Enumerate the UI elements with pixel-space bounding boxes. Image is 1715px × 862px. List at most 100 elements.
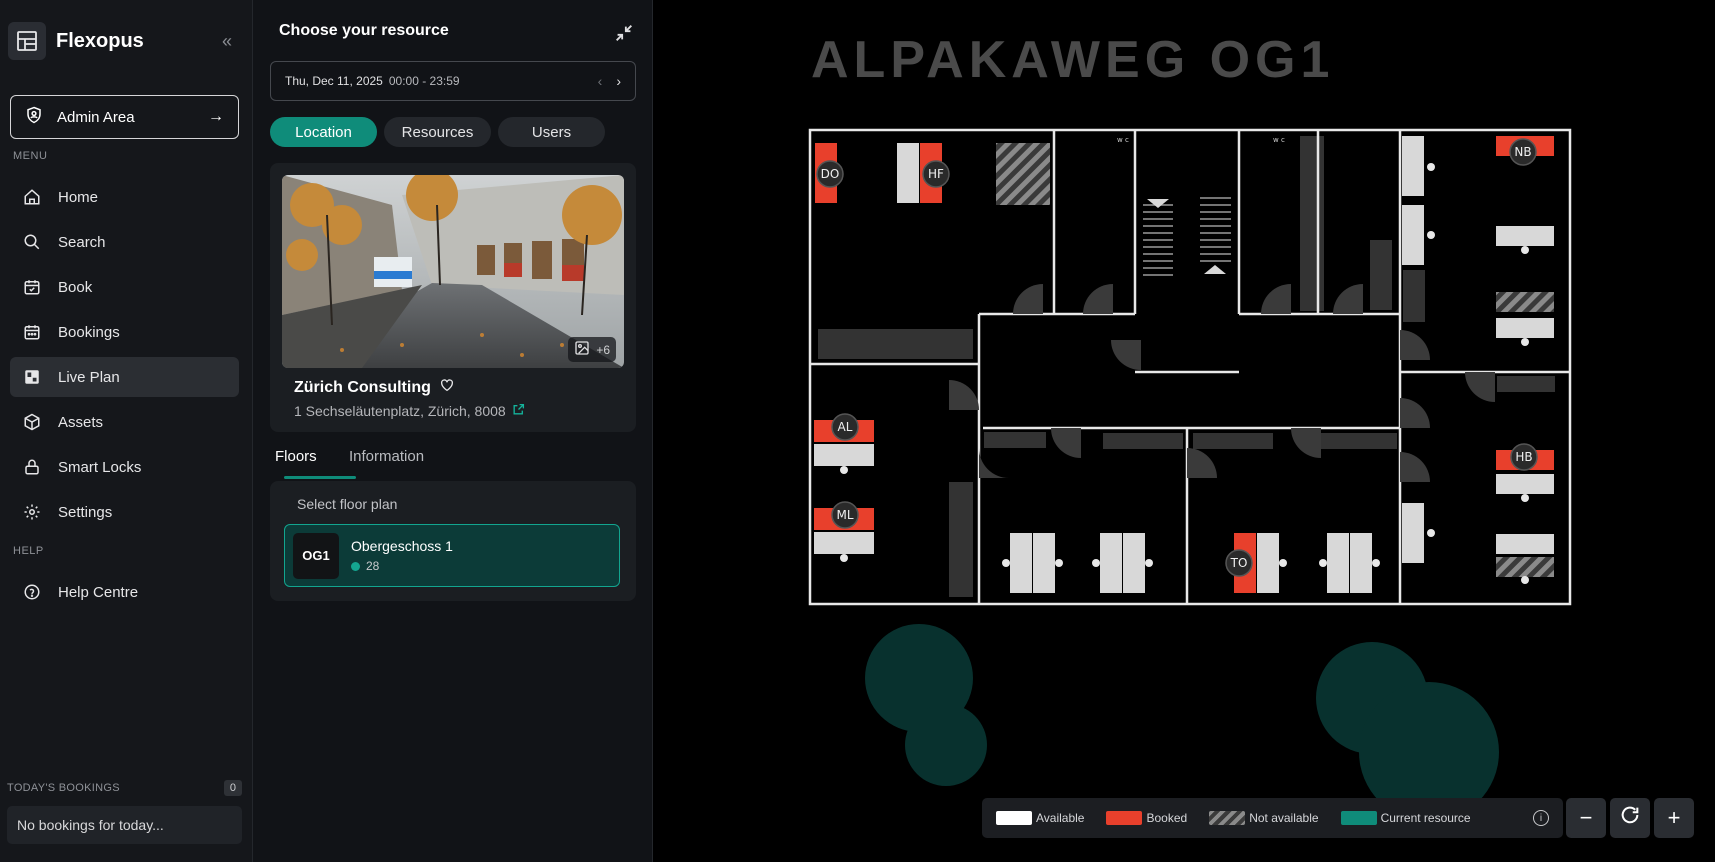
reset-view-button[interactable]: [1610, 798, 1650, 838]
photo-count: +6: [596, 342, 610, 357]
user-initials: ML: [836, 508, 853, 522]
location-name: Zürich Consulting: [294, 378, 431, 396]
not-available-swatch: [1209, 811, 1246, 825]
gear-icon: [22, 502, 42, 522]
legend-available: Available: [996, 811, 1084, 825]
resource-panel: Choose your resource Thu, Dec 11, 2025 0…: [253, 0, 653, 862]
floor-item[interactable]: OG1 Obergeschoss 1 28: [284, 524, 620, 587]
home-icon: [22, 187, 42, 207]
sidebar-item-label: Bookings: [58, 323, 120, 341]
app-root: Flexopus « Admin Area → MENU Home Search…: [0, 0, 1715, 862]
current-resource-swatch: [1340, 811, 1377, 825]
image-icon: [574, 340, 590, 359]
wc-label: w c: [1117, 136, 1129, 144]
shield-icon: [25, 106, 43, 128]
sidebar-item-smart-locks[interactable]: Smart Locks: [10, 447, 239, 487]
date-value: Thu, Dec 11, 2025: [285, 74, 383, 88]
user-initials: HB: [1515, 450, 1532, 464]
sidebar-item-label: Book: [58, 278, 93, 296]
menu-section-label: MENU: [13, 150, 48, 162]
brand[interactable]: Flexopus: [8, 22, 144, 60]
sidebar-item-label: Search: [58, 233, 106, 251]
location-card[interactable]: +6 Zürich Consulting 1 Sechseläutenplatz…: [270, 163, 636, 432]
available-swatch: [996, 811, 1032, 825]
sidebar-item-assets[interactable]: Assets: [10, 402, 239, 442]
legend-booked: Booked: [1106, 811, 1187, 825]
sidebar-item-settings[interactable]: Settings: [10, 492, 239, 532]
tab-floors[interactable]: Floors: [275, 448, 317, 465]
search-icon: [22, 232, 42, 252]
map-legend: Available Booked Not available Current r…: [982, 798, 1563, 838]
user-initials: HF: [928, 167, 944, 181]
floor-selector-card: Select floor plan OG1 Obergeschoss 1 28: [270, 481, 636, 601]
sidebar-item-label: Home: [58, 188, 99, 206]
legend-label: Available: [1036, 811, 1085, 825]
tab-users[interactable]: Users: [498, 117, 605, 147]
zoom-out-button[interactable]: −: [1566, 798, 1606, 838]
photo-gallery-badge[interactable]: +6: [568, 337, 616, 362]
sidebar-item-search[interactable]: Search: [10, 222, 239, 262]
date-range-picker[interactable]: Thu, Dec 11, 2025 00:00 - 23:59 ‹ ›: [270, 61, 636, 101]
heart-icon[interactable]: [439, 377, 455, 398]
collapse-sidebar-icon[interactable]: «: [216, 30, 238, 52]
sidebar-item-bookings[interactable]: Bookings: [10, 312, 239, 352]
user-initials: DO: [821, 167, 840, 181]
legend-label: Current resource: [1380, 811, 1471, 825]
sidebar-item-label: Settings: [58, 503, 113, 521]
legend-current: Current resource: [1340, 811, 1471, 825]
floor-plan-drawing[interactable]: w c w c DO HF NB AL ML HB TO: [653, 0, 1715, 862]
sidebar-item-help-centre[interactable]: Help Centre: [10, 572, 239, 612]
flexopus-logo-icon: [8, 22, 46, 60]
floor-code: OG1: [293, 532, 339, 579]
user-initials: TO: [1230, 556, 1248, 570]
floor-available-count: 28: [366, 559, 380, 573]
floor-select-label: Select floor plan: [297, 496, 398, 512]
help-section-label: HELP: [13, 545, 44, 557]
sidebar-item-book[interactable]: Book: [10, 267, 239, 307]
legend-not-available: Not available: [1209, 811, 1319, 825]
booked-swatch: [1106, 811, 1143, 825]
active-tab-indicator: [284, 476, 356, 479]
zoom-in-button[interactable]: +: [1654, 798, 1694, 838]
floor-plan-map[interactable]: ALPAKAWEG OG1 w c w c DO HF NB AL ML HB …: [653, 0, 1715, 862]
calendar-icon: [22, 322, 42, 342]
floor-name: Obergeschoss 1: [351, 538, 453, 554]
time-range-value: 00:00 - 23:59: [388, 74, 460, 88]
sidebar: Flexopus « Admin Area → MENU Home Search…: [0, 0, 253, 862]
sidebar-item-home[interactable]: Home: [10, 177, 239, 217]
sidebar-item-label: Smart Locks: [58, 458, 142, 476]
arrow-right-icon: →: [208, 108, 224, 125]
location-name-row: Zürich Consulting: [294, 377, 455, 398]
tab-location[interactable]: Location: [270, 117, 377, 147]
admin-area-button[interactable]: Admin Area →: [10, 95, 239, 139]
panel-title: Choose your resource: [279, 22, 449, 39]
sidebar-item-label: Assets: [58, 413, 104, 431]
external-link-icon[interactable]: [512, 403, 525, 419]
info-icon[interactable]: i: [1533, 810, 1549, 826]
box-icon: [22, 412, 42, 432]
help-icon: [22, 582, 42, 602]
refresh-icon: [1619, 804, 1641, 832]
chevron-left-icon[interactable]: ‹: [598, 73, 603, 89]
no-bookings-message: No bookings for today...: [7, 806, 242, 844]
brand-name: Flexopus: [56, 29, 144, 52]
tab-information[interactable]: Information: [349, 448, 424, 465]
calendar-check-icon: [22, 277, 42, 297]
minimize-icon[interactable]: [613, 22, 635, 44]
sidebar-item-label: Help Centre: [58, 583, 139, 601]
floorplan-icon: [22, 367, 42, 387]
sidebar-item-label: Live Plan: [58, 368, 120, 386]
lock-icon: [22, 457, 42, 477]
legend-label: Booked: [1146, 811, 1188, 825]
legend-label: Not available: [1249, 811, 1319, 825]
todays-bookings-count: 0: [223, 780, 242, 796]
tab-resources[interactable]: Resources: [384, 117, 491, 147]
todays-bookings-header: TODAY'S BOOKINGS 0: [7, 780, 242, 796]
location-photo[interactable]: +6: [282, 175, 624, 368]
sidebar-item-live-plan[interactable]: Live Plan: [10, 357, 239, 397]
wc-label: w c: [1273, 136, 1285, 144]
location-address: 1 Sechseläutenplatz, Zürich, 8008: [294, 403, 506, 419]
user-initials: NB: [1514, 145, 1531, 159]
chevron-right-icon[interactable]: ›: [616, 73, 621, 89]
todays-bookings-label: TODAY'S BOOKINGS: [7, 782, 120, 794]
